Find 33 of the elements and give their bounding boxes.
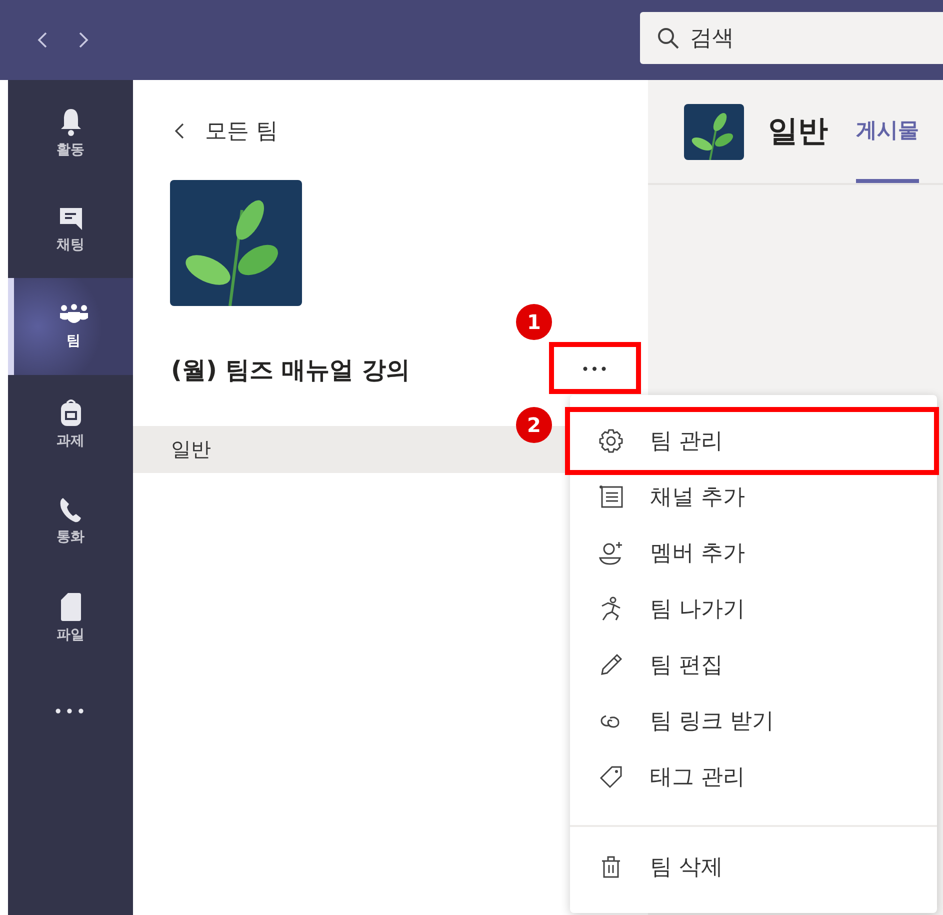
chat-icon [58, 206, 84, 232]
add-person-icon [598, 540, 624, 566]
file-icon [60, 592, 82, 622]
back-chevron-icon [173, 121, 185, 141]
phone-icon [58, 496, 82, 524]
menu-item[interactable]: 태그 관리 [570, 749, 937, 805]
settings-icon [598, 428, 624, 454]
menu-item[interactable]: 팀 편집 [570, 637, 937, 693]
tag-icon [598, 764, 624, 790]
more-apps-button[interactable]: ••• [8, 666, 133, 756]
menu-item[interactable]: 팀 링크 받기 [570, 693, 937, 749]
pencil-icon [598, 652, 624, 678]
list-icon [598, 484, 624, 510]
rail-item[interactable]: 통화 [8, 472, 133, 569]
rail-item[interactable]: 과제 [8, 375, 133, 472]
rail-item[interactable]: 파일 [8, 569, 133, 666]
backpack-icon [58, 398, 82, 428]
menu-item[interactable]: 팀 나가기 [570, 581, 937, 637]
menu-item[interactable]: 팀 삭제 [570, 839, 937, 895]
search-icon [656, 26, 680, 50]
posts-tab[interactable]: 게시물 [856, 80, 919, 183]
rail-item[interactable]: 활동 [8, 84, 133, 181]
step-badge: 1 [516, 304, 552, 340]
rail-item[interactable]: 채팅 [8, 181, 133, 278]
search-field[interactable]: 검색 [640, 12, 943, 64]
team-name: (월) 팀즈 매뉴얼 강의 [171, 355, 410, 386]
menu-item[interactable]: 멤버 추가 [570, 525, 937, 581]
all-teams-link[interactable]: 모든 팀 [173, 116, 278, 146]
search-input[interactable]: 검색 [688, 24, 892, 52]
step-badge: 2 [516, 407, 552, 443]
rail-item[interactable]: 팀 [8, 278, 133, 375]
bell-icon [58, 106, 82, 136]
channel-title: 일반 [768, 113, 828, 151]
